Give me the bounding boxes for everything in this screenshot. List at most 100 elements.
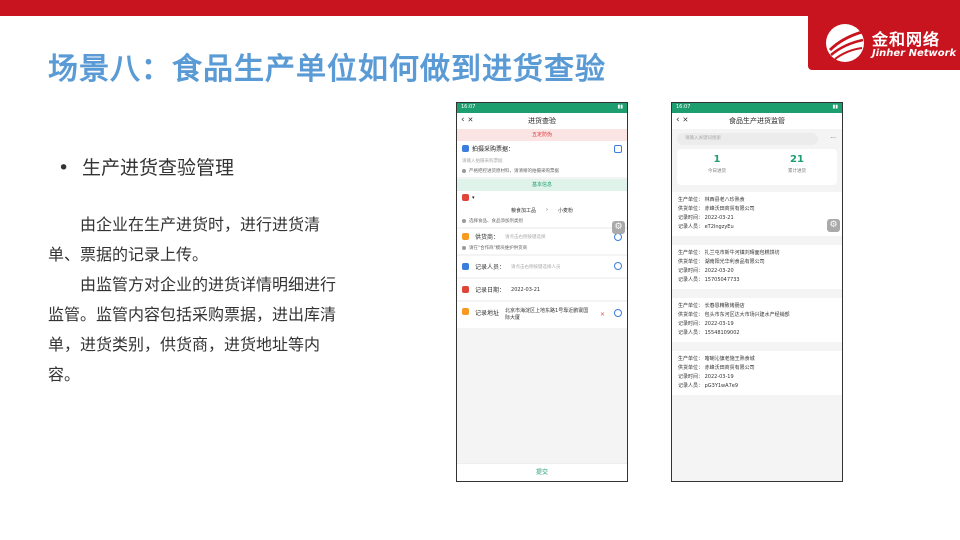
slide-title: 场景八：食品生产单位如何做到进货查验 <box>48 52 606 87</box>
close-icon[interactable]: ✕ <box>682 116 688 124</box>
record-unit: 生产单位： 扎兰屯市新牛河镇刘晴面包糕饼坊 <box>678 250 780 256</box>
phone-screenshot-inspection: 16:07 ▮▮ ‹ ✕ 进货查验 五定防伪 拍摄采购票据： 请输入拍摄采购票据… <box>456 102 628 482</box>
clear-address-icon[interactable]: × <box>600 311 605 318</box>
status-time: 16:07 <box>461 104 476 110</box>
info-icon <box>462 219 466 223</box>
recorder-field: 记录人员： 请点击右侧按键选择人员 <box>457 256 627 277</box>
brand-logo: 金和网络 Jinher Network <box>808 16 960 70</box>
record-supplier: 供货单位： 赤峰沃田商贸有限公司 <box>678 206 755 212</box>
more-icon[interactable]: ··· <box>830 133 836 145</box>
stat-total-label: 累计进货 <box>788 169 806 174</box>
select-person-icon[interactable] <box>614 262 622 270</box>
status-time: 16:07 <box>676 104 691 110</box>
list-item[interactable]: 生产单位： 长春恩精致烤肠店 供货单位： 包头市东河区达大市场兴建水产经销部 记… <box>672 298 842 342</box>
info-icon <box>462 169 466 173</box>
submit-button[interactable]: 提交 <box>457 463 627 481</box>
supplier-field: 供货商： 请点击右侧按键选择 请在"合作商"模块维护供货商 <box>457 229 627 254</box>
section-basic-info: 基本信息 <box>457 179 627 191</box>
back-icon[interactable]: ‹ <box>676 115 680 125</box>
section-anti-fake: 五定防伪 <box>457 129 627 141</box>
locate-icon[interactable] <box>614 309 622 317</box>
recorder-label: 记录人员： <box>475 264 506 271</box>
supplier-icon <box>462 233 469 240</box>
date-field: 记录日期： 2022-03-21 <box>457 279 627 300</box>
address-field: 记录地址 北京市海淀区上地东路1号靠近鹏寰国际大厦 × <box>457 302 627 328</box>
supplier-label: 供货商： <box>475 234 500 241</box>
record-person: 记录人员： eT2IngzyEu <box>678 224 734 230</box>
person-icon <box>462 263 469 270</box>
paragraph-1: 由企业在生产进货时，进行进货清单、票据的记录上传。 <box>48 215 321 264</box>
stat-today: 1 今日进货 <box>677 149 757 185</box>
receipt-field: 拍摄采购票据： 请输入拍摄采购票据 严格把控进货原材料，请清晰的拍摄采购票据 <box>457 141 627 177</box>
list-item[interactable]: 生产单位： 林西县老八珍熟食 供货单位： 赤峰沃田商贸有限公司 记录时间： 20… <box>672 192 842 236</box>
record-time: 记录时间： 2022-03-20 <box>678 268 734 274</box>
address-value[interactable]: 北京市海淀区上地东路1号靠近鹏寰国际大厦 <box>505 308 593 322</box>
address-label: 记录地址 <box>475 310 500 317</box>
chevron-right-icon: › <box>546 207 548 213</box>
close-icon[interactable]: ✕ <box>467 116 473 124</box>
status-bar: 16:07 ▮▮ <box>457 103 627 113</box>
bullet-item: • 生产进货查验管理 <box>58 153 234 180</box>
brand-name-en: Jinher Network <box>872 48 957 59</box>
back-icon[interactable]: ‹ <box>461 115 465 125</box>
recorder-input[interactable]: 请点击右侧按键选择人员 <box>511 264 561 270</box>
list-item[interactable]: 生产单位： 扎兰屯市新牛河镇刘晴面包糕饼坊 供货单位： 湖南阳光华利食品有限公司… <box>672 245 842 289</box>
nav-title: 食品生产进货监管 <box>729 117 785 125</box>
calendar-icon <box>462 286 469 293</box>
battery-icon: ▮▮ <box>832 104 838 110</box>
record-person: 记录人员： pG3Y1wA7e9 <box>678 383 739 389</box>
gear-icon[interactable]: ⚙ <box>827 219 840 232</box>
record-supplier: 供货单位： 赤峰沃田商贸有限公司 <box>678 365 755 371</box>
receipt-label: 拍摄采购票据： <box>472 146 515 153</box>
camera-icon[interactable] <box>614 145 622 153</box>
record-person: 记录人员： 15548109002 <box>678 330 740 336</box>
search-input[interactable]: 请输入关键词搜索 ··· <box>677 133 836 145</box>
supplier-input[interactable]: 请点击右侧按键选择 <box>505 234 546 240</box>
status-bar: 16:07 ▮▮ <box>672 103 842 113</box>
category-note: 选择食品、食品添加剂类别 <box>469 219 523 224</box>
date-label: 记录日期： <box>475 287 506 294</box>
location-icon <box>462 308 469 315</box>
receipt-icon <box>462 145 469 152</box>
battery-icon: ▮▮ <box>617 104 623 110</box>
record-unit: 生产单位： 林西县老八珍熟食 <box>678 197 745 203</box>
supplier-note: 请在"合作商"模块维护供货商 <box>469 246 528 251</box>
date-value[interactable]: 2022-03-21 <box>511 287 540 293</box>
stat-total-num: 21 <box>790 154 804 165</box>
category-icon <box>462 194 469 201</box>
gear-icon[interactable]: ⚙ <box>612 221 625 234</box>
brand-logo-icon <box>826 24 864 62</box>
description-text: 由企业在生产进货时，进行进货清单、票据的记录上传。 由监管方对企业的进货详情明细… <box>48 210 338 390</box>
record-supplier: 供货单位： 包头市东河区达大市场兴建水产经销部 <box>678 312 790 318</box>
stat-today-num: 1 <box>713 154 721 165</box>
bullet-text: 生产进货查验管理 <box>82 157 235 179</box>
nav-buttons: ‹ ✕ <box>461 115 473 125</box>
add-supplier-icon[interactable] <box>614 233 622 241</box>
stat-total: 21 累计进货 <box>757 149 837 185</box>
record-unit: 生产单位： 长春恩精致烤肠店 <box>678 303 745 309</box>
record-supplier: 供货单位： 湖南阳光华利食品有限公司 <box>678 259 765 265</box>
category-secondary[interactable]: 小麦粉 <box>558 207 573 214</box>
info-icon <box>462 246 466 250</box>
nav-bar: ‹ ✕ 食品生产进货监管 <box>672 113 842 129</box>
brand-name-cn: 金和网络 <box>872 30 941 49</box>
record-unit: 生产单位： 喀喇沁旗老施王熟食城 <box>678 356 755 362</box>
category-primary[interactable]: 粮食加工品 <box>511 207 536 214</box>
list-item[interactable]: 生产单位： 喀喇沁旗老施王熟食城 供货单位： 赤峰沃田商贸有限公司 记录时间： … <box>672 351 842 395</box>
top-red-bar <box>0 0 960 16</box>
stat-today-label: 今日进货 <box>708 169 726 174</box>
record-time: 记录时间： 2022-03-19 <box>678 321 734 327</box>
bullet-dot-icon: • <box>58 157 70 179</box>
record-person: 记录人员： 15705047733 <box>678 277 740 283</box>
dropdown-caret-icon[interactable]: ▾ <box>472 195 475 201</box>
record-time: 记录时间： 2022-03-19 <box>678 374 734 380</box>
receipt-note: 严格把控进货原材料，请清晰的拍摄采购票据 <box>469 169 559 174</box>
record-time: 记录时间： 2022-03-21 <box>678 215 734 221</box>
nav-buttons: ‹ ✕ <box>676 115 688 125</box>
receipt-input[interactable]: 请输入拍摄采购票据 <box>462 158 622 164</box>
paragraph-2: 由监管方对企业的进货详情明细进行监管。监管内容包括采购票据，进出库清单，进货类别… <box>48 275 337 384</box>
nav-bar: ‹ ✕ 进货查验 <box>457 113 627 129</box>
nav-title: 进货查验 <box>528 117 556 125</box>
phone-screenshot-supervision: 16:07 ▮▮ ‹ ✕ 食品生产进货监管 请输入关键词搜索 ··· 1 今日进… <box>671 102 843 482</box>
category-field: ▾ 粮食加工品 › 小麦粉 选择食品、食品添加剂类别 <box>457 191 627 227</box>
